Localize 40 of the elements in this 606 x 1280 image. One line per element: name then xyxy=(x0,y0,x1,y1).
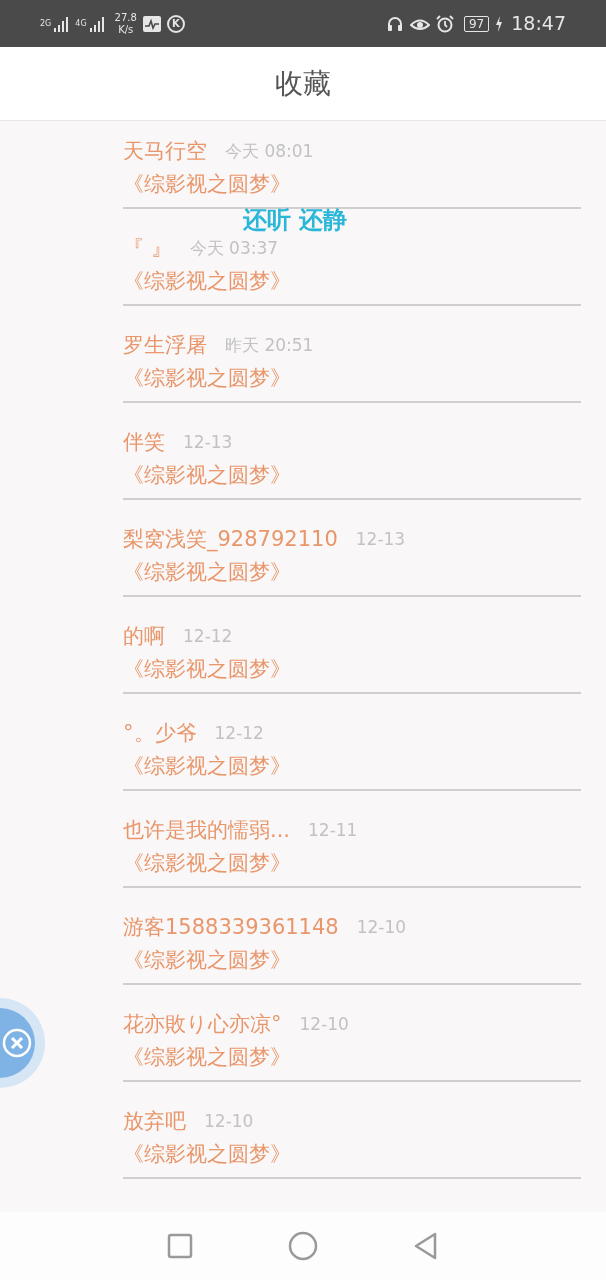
app-badge: K xyxy=(166,14,185,33)
user-name: °。少爷 xyxy=(123,720,197,748)
alarm-icon xyxy=(435,14,454,33)
headphones-icon xyxy=(385,14,404,33)
book-title[interactable]: 《综影视之圆梦》 xyxy=(123,1042,291,1074)
book-title[interactable]: 《综影视之圆梦》 xyxy=(123,751,291,783)
signal-icon xyxy=(88,15,105,32)
book-title[interactable]: 《综影视之圆梦》 xyxy=(123,1139,291,1171)
network-label: 2G xyxy=(40,19,52,28)
user-name: 放弃吧 xyxy=(123,1108,186,1136)
book-title[interactable]: 《综影视之圆梦》 xyxy=(123,945,291,977)
book-title[interactable]: 《综影视之圆梦》 xyxy=(123,848,291,880)
home-icon[interactable] xyxy=(288,1231,318,1261)
user-name: 梨窝浅笑_928792110 xyxy=(123,526,338,554)
user-name: 伴笑 xyxy=(123,429,165,457)
user-name: 游客1588339361148 xyxy=(123,914,339,942)
user-name: 花亦敗り心亦凉° xyxy=(123,1011,282,1039)
user-name: 罗生浮屠 xyxy=(123,332,207,360)
user-name: 天马行空 xyxy=(123,138,207,166)
signal-icon xyxy=(53,15,70,32)
book-title[interactable]: 《综影视之圆梦》 xyxy=(123,460,291,492)
network-label: 4G xyxy=(75,19,87,28)
book-title[interactable]: 《综影视之圆梦》 xyxy=(123,557,291,589)
close-icon xyxy=(2,1028,32,1058)
book-title[interactable]: 《综影视之圆梦》 xyxy=(123,266,291,298)
book-title[interactable]: 《综影视之圆梦》 xyxy=(123,169,291,201)
book-title[interactable]: 《综影视之圆梦》 xyxy=(123,363,291,395)
speed-text: 27.8 xyxy=(114,11,137,24)
recent-apps-icon[interactable] xyxy=(167,1233,194,1259)
speed-text: K/s xyxy=(118,23,134,36)
battery-level: 97 xyxy=(463,15,490,32)
back-icon[interactable] xyxy=(412,1232,439,1260)
activity-icon xyxy=(142,15,161,32)
user-name: 也许是我的懦弱... xyxy=(123,817,291,845)
page-title: 收藏 xyxy=(275,65,331,102)
floating-lyric: 还听 还静 xyxy=(243,205,348,236)
user-name: 的啊 xyxy=(123,623,165,651)
book-title[interactable]: 《综影视之圆梦》 xyxy=(123,654,291,686)
user-name: 『 』 xyxy=(123,235,172,263)
clock: 18:47 xyxy=(511,11,566,37)
